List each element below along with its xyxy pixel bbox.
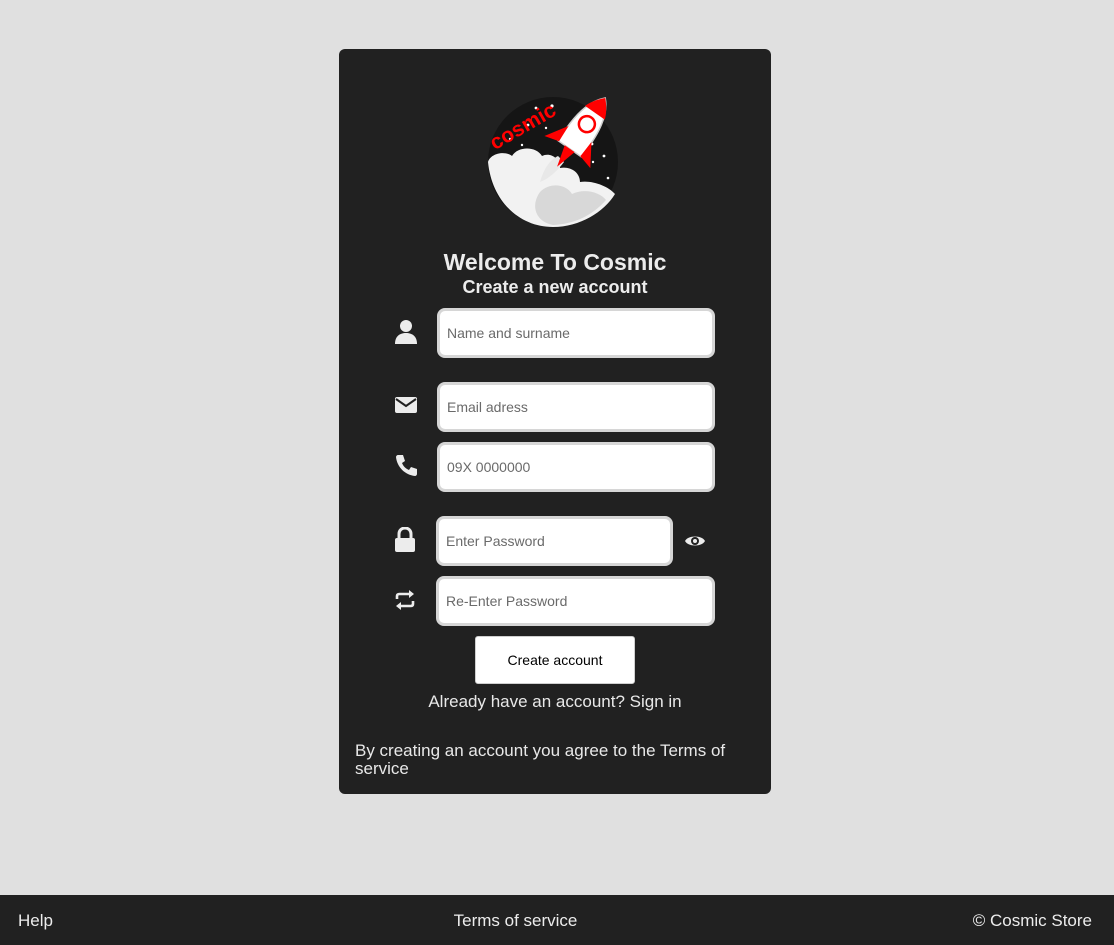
eye-icon[interactable] (682, 528, 708, 554)
page-subtitle: Create a new account (462, 277, 648, 297)
signin-link[interactable]: Already have an account? Sign in (339, 692, 771, 712)
repeat-icon (392, 587, 418, 613)
name-input[interactable] (437, 308, 715, 358)
terms-note: By creating an account you agree to the … (355, 741, 726, 778)
lock-icon (392, 527, 418, 553)
page-title: Welcome To Cosmic (443, 249, 667, 275)
phone-icon (393, 452, 419, 478)
user-icon (393, 319, 419, 345)
create-account-button[interactable]: Create account (475, 636, 635, 684)
footer-copyright: © Cosmic Store (972, 911, 1092, 930)
password-input[interactable] (436, 516, 673, 566)
email-input[interactable] (437, 382, 715, 432)
footer-terms-link[interactable]: Terms of service (0, 911, 1031, 931)
repassword-input[interactable] (436, 576, 715, 626)
phone-input[interactable] (437, 442, 715, 492)
cosmic-logo: cosmic (486, 97, 618, 227)
envelope-icon (393, 392, 419, 418)
footer: Help Terms of service © Cosmic Store (0, 895, 1114, 945)
